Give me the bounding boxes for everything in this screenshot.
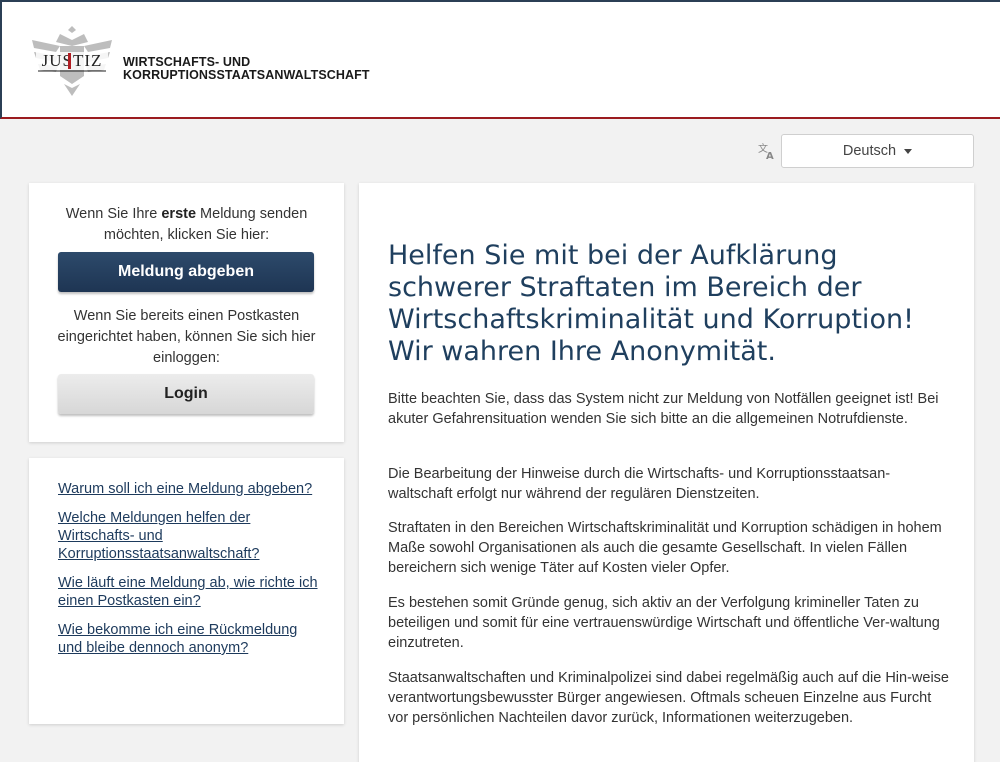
- svg-text:A: A: [766, 151, 774, 161]
- main-content-card: Helfen Sie mit bei der Aufklärung schwer…: [359, 183, 974, 762]
- page-headline: Helfen Sie mit bei der Aufklärung schwer…: [388, 240, 914, 367]
- faq-link-why-report[interactable]: Warum soll ich eine Meldung abgeben?: [58, 480, 318, 498]
- faq-link-feedback-anonymous[interactable]: Wie bekomme ich eine Rückmeldung und ble…: [58, 621, 318, 657]
- paragraph-damage: Straftaten in den Bereichen Wirtschaftsk…: [388, 520, 942, 576]
- existing-mailbox-text: Wenn Sie bereits einen Postkasten einger…: [57, 308, 316, 366]
- faq-link-how-it-works[interactable]: Wie läuft eine Meldung ab, wie richte ic…: [58, 574, 318, 610]
- faq-links-list: Warum soll ich eine Meldung abgeben? Wel…: [58, 480, 318, 668]
- submit-report-button[interactable]: Meldung abgeben: [58, 252, 314, 292]
- caret-down-icon: [904, 148, 913, 154]
- site-header: JUSTIZ WIRTSCHAFTS- UND KORRUPTIONSSTAAT…: [0, 0, 1000, 119]
- translate-icon: 文 A: [757, 141, 777, 162]
- org-name-line-2: KORRUPTIONSSTAATSANWALTSCHAFT: [123, 68, 370, 82]
- faq-links-card: Warum soll ich eine Meldung abgeben? Wel…: [29, 458, 344, 724]
- language-select[interactable]: Deutsch: [781, 134, 974, 168]
- paragraph-citizen-tips: Staatsanwaltschaften und Kriminalpolizei…: [388, 670, 949, 726]
- eagle-logo-icon: JUSTIZ: [32, 26, 112, 96]
- paragraph-emergency-notice: Bitte beachten Sie, dass das System nich…: [388, 391, 939, 427]
- organization-name: WIRTSCHAFTS- UND KORRUPTIONSSTAATSANWALT…: [123, 56, 370, 82]
- paragraph-office-hours: Die Bearbeitung der Hinweise durch die W…: [388, 466, 891, 502]
- justiz-eagle-logo[interactable]: JUSTIZ: [30, 22, 114, 98]
- login-button[interactable]: Login: [58, 374, 314, 414]
- paragraph-reasons: Es bestehen somit Gründe genug, sich akt…: [388, 595, 940, 651]
- first-report-text: Wenn Sie Ihre erste Meldung senden möcht…: [65, 206, 308, 243]
- login-card: Wenn Sie Ihre erste Meldung senden möcht…: [29, 183, 344, 442]
- faq-link-which-reports[interactable]: Welche Meldungen helfen der Wirtschafts-…: [58, 509, 318, 563]
- language-selected-value: Deutsch: [842, 143, 897, 159]
- logo-wordmark: JUSTIZ: [42, 51, 103, 70]
